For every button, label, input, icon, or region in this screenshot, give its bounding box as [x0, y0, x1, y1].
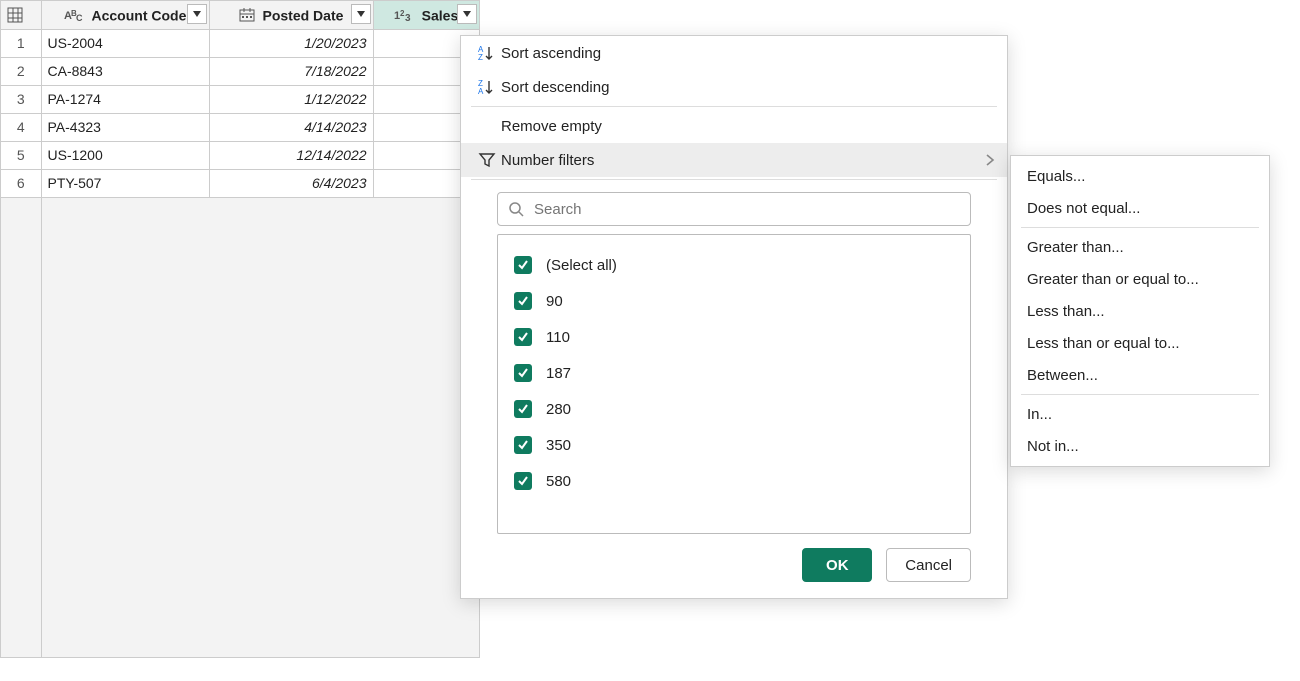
checkbox-checked-icon: [514, 472, 532, 490]
remove-empty-item[interactable]: Remove empty: [461, 109, 1007, 143]
svg-text:A: A: [478, 87, 484, 96]
button-label: OK: [826, 557, 849, 574]
cell-posted-date[interactable]: 7/18/2022: [209, 57, 373, 85]
number-filters-submenu: Equals...Does not equal... Greater than..…: [1010, 155, 1270, 467]
column-label: Account Code: [92, 7, 187, 23]
row-number[interactable]: 5: [1, 141, 41, 169]
chevron-down-icon: [193, 11, 201, 17]
svg-text:C: C: [76, 13, 83, 22]
cell-account-code[interactable]: US-1200: [41, 141, 209, 169]
search-icon: [508, 201, 524, 217]
filter-toggle[interactable]: [351, 4, 371, 24]
filter-value-label: 90: [546, 293, 563, 310]
filter-values-list[interactable]: (Select all) 90 110 187 280 350 580: [497, 234, 971, 534]
chevron-right-icon: [985, 153, 995, 167]
row-number[interactable]: 3: [1, 85, 41, 113]
menu-label: Remove empty: [501, 118, 602, 135]
checkbox-checked-icon: [514, 400, 532, 418]
number-filters-item[interactable]: Number filters: [461, 143, 1007, 177]
filter-value-label: 580: [546, 473, 571, 490]
sort-asc-icon: AZ: [473, 44, 501, 62]
cell-posted-date[interactable]: 1/20/2023: [209, 29, 373, 57]
menu-separator: [471, 179, 997, 180]
svg-text:3: 3: [405, 13, 411, 22]
column-label: Sales: [422, 7, 459, 23]
row-number[interactable]: 4: [1, 113, 41, 141]
cell-posted-date[interactable]: 6/4/2023: [209, 169, 373, 197]
submenu-separator: [1021, 227, 1259, 228]
filter-value-row[interactable]: 280: [506, 391, 962, 427]
checkbox-checked-icon: [514, 256, 532, 274]
sort-descending-item[interactable]: ZA Sort descending: [461, 70, 1007, 104]
number-filter-option[interactable]: Greater than...: [1011, 231, 1269, 263]
number-filter-option[interactable]: Not in...: [1011, 430, 1269, 462]
filter-value-label: 187: [546, 365, 571, 382]
filter-value-row[interactable]: 110: [506, 319, 962, 355]
column-filter-dropdown: AZ Sort ascending ZA Sort descending Rem…: [460, 35, 1008, 599]
cancel-button[interactable]: Cancel: [886, 548, 971, 582]
menu-label: Number filters: [501, 152, 594, 169]
checkbox-checked-icon: [514, 292, 532, 310]
cell-posted-date[interactable]: 1/12/2022: [209, 85, 373, 113]
column-header-sales[interactable]: 123 Sales: [373, 1, 479, 29]
submenu-separator: [1021, 394, 1259, 395]
menu-label: Sort ascending: [501, 45, 601, 62]
row-number[interactable]: 1: [1, 29, 41, 57]
filter-value-row[interactable]: 580: [506, 463, 962, 499]
menu-separator: [471, 106, 997, 107]
column-label: Posted Date: [262, 7, 343, 23]
number-filter-option[interactable]: Equals...: [1011, 160, 1269, 192]
button-label: Cancel: [905, 557, 952, 574]
data-grid: ABC Account Code Post: [0, 0, 480, 658]
filter-value-row[interactable]: 350: [506, 427, 962, 463]
row-number[interactable]: 6: [1, 169, 41, 197]
filter-value-label: 110: [546, 329, 570, 346]
cell-posted-date[interactable]: 12/14/2022: [209, 141, 373, 169]
filter-value-label: 350: [546, 437, 571, 454]
grid-corner[interactable]: [1, 1, 41, 29]
column-header-account-code[interactable]: ABC Account Code: [41, 1, 209, 29]
filter-value-label: 280: [546, 401, 571, 418]
ok-button[interactable]: OK: [802, 548, 872, 582]
select-all-label: (Select all): [546, 257, 617, 274]
checkbox-checked-icon: [514, 436, 532, 454]
funnel-icon: [473, 151, 501, 169]
search-input-wrap[interactable]: [497, 192, 971, 226]
filter-toggle[interactable]: [457, 4, 477, 24]
number-filter-option[interactable]: Less than or equal to...: [1011, 327, 1269, 359]
cell-account-code[interactable]: PA-4323: [41, 113, 209, 141]
number-filter-option[interactable]: Between...: [1011, 359, 1269, 391]
filter-value-row[interactable]: 90: [506, 283, 962, 319]
number-filter-option[interactable]: Does not equal...: [1011, 192, 1269, 224]
column-header-posted-date[interactable]: Posted Date: [209, 1, 373, 29]
chevron-down-icon: [463, 11, 471, 17]
number-filter-option[interactable]: Less than...: [1011, 295, 1269, 327]
sort-ascending-item[interactable]: AZ Sort ascending: [461, 36, 1007, 70]
filter-value-row[interactable]: 187: [506, 355, 962, 391]
cell-posted-date[interactable]: 4/14/2023: [209, 113, 373, 141]
filter-toggle[interactable]: [187, 4, 207, 24]
menu-label: Sort descending: [501, 79, 609, 96]
number-filter-option[interactable]: In...: [1011, 398, 1269, 430]
checkbox-checked-icon: [514, 328, 532, 346]
cell-account-code[interactable]: CA-8843: [41, 57, 209, 85]
sort-desc-icon: ZA: [473, 78, 501, 96]
checkbox-checked-icon: [514, 364, 532, 382]
number-type-icon: 123: [394, 8, 414, 22]
svg-text:Z: Z: [478, 53, 483, 62]
table-icon: [7, 7, 23, 23]
text-type-icon: ABC: [64, 8, 84, 22]
row-number[interactable]: 2: [1, 57, 41, 85]
date-type-icon: [239, 8, 255, 22]
select-all-row[interactable]: (Select all): [506, 247, 962, 283]
search-input[interactable]: [532, 200, 960, 219]
cell-account-code[interactable]: PTY-507: [41, 169, 209, 197]
number-filter-option[interactable]: Greater than or equal to...: [1011, 263, 1269, 295]
chevron-down-icon: [357, 11, 365, 17]
cell-account-code[interactable]: PA-1274: [41, 85, 209, 113]
cell-account-code[interactable]: US-2004: [41, 29, 209, 57]
